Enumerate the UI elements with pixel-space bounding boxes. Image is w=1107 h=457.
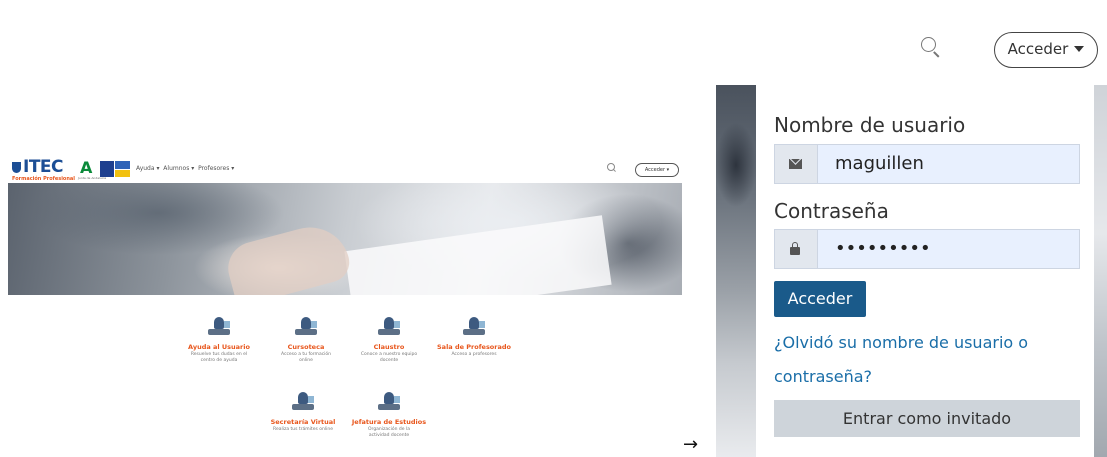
card-secretaria: Secretaría Virtual Realiza tus trámites …: [258, 390, 348, 433]
card-jefatura: Jefatura de Estudios Organización de la …: [344, 390, 434, 439]
background-image-right: [1094, 85, 1107, 457]
teacher-board-icon: [376, 315, 402, 339]
card-title: Ayuda al Usuario: [188, 343, 250, 351]
thumbnail-menu-alumnos: Alumnos ▾: [163, 165, 195, 172]
card-desc: Realiza tus trámites online: [273, 427, 333, 432]
arrow-icon: →: [683, 434, 699, 455]
password-input-group[interactable]: •••••••••: [774, 229, 1080, 269]
hero-image: [8, 183, 682, 295]
site-thumbnail: ITEC Formación Profesional A Junta de An…: [8, 155, 682, 457]
forgot-credentials-link-line2[interactable]: contraseña?: [774, 367, 872, 386]
login-dropdown-panel: Nombre de usuario maguillen Contraseña •…: [756, 85, 1094, 457]
caret-down-icon: [1074, 46, 1085, 52]
access-dropdown-button[interactable]: Acceder: [994, 32, 1098, 68]
student-computer-icon: [293, 315, 319, 339]
thumbnail-search-icon: [607, 163, 615, 171]
card-desc: Acceso a tu formación online: [280, 352, 332, 363]
meeting-icon: [461, 315, 487, 339]
shield-icon: [12, 162, 21, 173]
password-label: Contraseña: [774, 199, 889, 223]
logo-subtitle: Formación Profesional: [12, 176, 76, 182]
password-prefix: [775, 230, 818, 268]
card-title: Claustro: [373, 343, 405, 351]
card-title: Secretaría Virtual: [270, 418, 336, 426]
login-submit-button[interactable]: Acceder: [774, 281, 866, 317]
card-title: Cursoteca: [287, 343, 325, 351]
card-desc: Organización de la actividad docente: [368, 427, 410, 438]
thumbnail-access-button: Acceder ▾: [635, 163, 679, 177]
username-prefix: [775, 145, 818, 183]
card-sala-profesorado: Sala de Profesorado Acceso a profesores: [429, 315, 519, 358]
card-ayuda: Ayuda al Usuario Resuelve tus dudas en e…: [174, 315, 264, 364]
search-icon[interactable]: [920, 36, 942, 58]
card-desc: Conoce a nuestro equipo docente: [360, 352, 418, 363]
access-dropdown-label: Acceder: [1007, 40, 1069, 58]
password-input[interactable]: •••••••••: [835, 230, 931, 268]
username-label: Nombre de usuario: [774, 113, 966, 137]
username-input[interactable]: maguillen: [835, 145, 924, 183]
card-desc: Resuelve tus dudas en el centro de ayuda: [190, 352, 248, 363]
background-image-left: [716, 85, 756, 457]
junta-logo: A: [80, 158, 93, 177]
planning-icon: [376, 390, 402, 414]
office-desk-icon: [290, 390, 316, 414]
thumbnail-navbar: ITEC Formación Profesional A Junta de An…: [8, 155, 682, 184]
card-title: Sala de Profesorado: [437, 343, 511, 351]
username-input-group[interactable]: maguillen: [774, 144, 1080, 184]
forgot-credentials-link-line1[interactable]: ¿Olvidó su nombre de usuario o: [774, 333, 1028, 352]
card-title: Jefatura de Estudios: [351, 418, 427, 426]
thumbnail-menu-profesores: Profesores ▾: [198, 165, 235, 172]
itec-logo: ITEC Formación Profesional: [12, 158, 75, 182]
service-cards: Ayuda al Usuario Resuelve tus dudas en e…: [8, 295, 682, 457]
card-desc: Acceso a profesores: [451, 352, 497, 357]
logo-text: ITEC: [23, 157, 64, 177]
eu-funding-logo: [100, 161, 130, 177]
card-claustro: Claustro Conoce a nuestro equipo docente: [344, 315, 434, 364]
envelope-icon: [789, 159, 802, 169]
helpdesk-icon: [206, 315, 232, 339]
lock-icon: [790, 242, 800, 255]
thumbnail-menu-ayuda: Ayuda ▾: [136, 165, 160, 172]
card-cursoteca: Cursoteca Acceso a tu formación online: [261, 315, 351, 364]
guest-login-button[interactable]: Entrar como invitado: [774, 400, 1080, 437]
thumbnail-menu: Ayuda ▾ Alumnos ▾ Profesores ▾: [136, 165, 234, 172]
